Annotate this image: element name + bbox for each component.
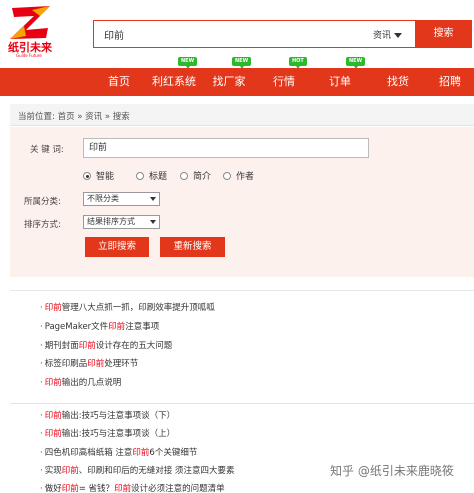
- site-logo[interactable]: 纸引未来 Guide Future: [8, 6, 68, 60]
- result-text: 标签印刷品: [44, 359, 88, 369]
- nav-item-find-factory[interactable]: 找厂家: [206, 68, 252, 96]
- result-text: 实现: [44, 466, 62, 476]
- result-text: 、印刷和印后的无缝对接 须注意四大要素: [78, 466, 235, 476]
- sort-select-value: 结果排序方式: [87, 217, 135, 226]
- nav-item-orders[interactable]: 订单: [320, 68, 360, 96]
- radio-unchecked-icon: [180, 172, 188, 180]
- search-input[interactable]: 印前 资讯: [93, 20, 415, 48]
- keyword-field[interactable]: 印前: [83, 138, 369, 158]
- bullet-icon: ·: [40, 341, 43, 351]
- radio-title[interactable]: 标题: [136, 169, 167, 182]
- search-panel: 关 键 词: 印前 智能 标题 简介 作者 所属分类: 不限分类 排序方式: 结…: [10, 127, 474, 277]
- bullet-icon: ·: [40, 303, 43, 313]
- category-label: 所属分类:: [24, 197, 61, 207]
- hot-badge: HOT: [289, 57, 307, 69]
- bullet-icon: ·: [40, 411, 43, 421]
- bullet-icon: ·: [40, 378, 43, 388]
- radio-label: 作者: [236, 172, 255, 182]
- result-text: 管理八大点抓一抓，印刷效率提升顶呱呱: [61, 303, 215, 313]
- category-select-value: 不限分类: [87, 194, 119, 203]
- nav-item-profit-system[interactable]: 利红系统: [146, 68, 202, 96]
- highlight-text: 印前: [44, 429, 62, 439]
- bullet-icon: ·: [40, 466, 43, 476]
- result-text: 设计存在的五大问题: [95, 341, 173, 351]
- new-badge: NEW: [232, 57, 252, 69]
- search-type-select[interactable]: 资讯: [373, 28, 403, 41]
- nav-item-home[interactable]: 首页: [97, 68, 141, 96]
- result-text: 四色机印高档纸箱 注意: [44, 448, 133, 458]
- logo-z-icon: [10, 6, 50, 39]
- new-badge: NEW: [346, 57, 366, 69]
- radio-unchecked-icon: [223, 172, 231, 180]
- list-item[interactable]: · 标签印刷品印前处理环节: [40, 357, 138, 369]
- highlight-text: 印前: [108, 322, 126, 332]
- result-text: PageMaker文件: [44, 322, 109, 332]
- reset-search-button[interactable]: 重新搜索: [160, 237, 225, 257]
- highlight-text: 印前: [61, 484, 79, 493]
- list-item[interactable]: · 印前管理八大点抓一抓，印刷效率提升顶呱呱: [40, 301, 215, 313]
- radio-label: 标题: [149, 172, 168, 182]
- nav-item-jobs[interactable]: 招聘: [430, 68, 470, 96]
- highlight-text: 印前: [61, 466, 79, 476]
- radio-author[interactable]: 作者: [223, 169, 254, 182]
- list-item[interactable]: · 印前输出:技巧与注意事项谈（下）: [40, 409, 175, 421]
- radio-smart[interactable]: 智能: [83, 169, 114, 182]
- list-item[interactable]: · 实现印前、印刷和印后的无缝对接 须注意四大要素: [40, 464, 234, 476]
- sort-select[interactable]: 结果排序方式: [83, 215, 160, 229]
- new-badge: NEW: [178, 57, 198, 69]
- keyword-label: 关 键 词:: [30, 145, 64, 155]
- highlight-text: 印前: [132, 448, 150, 458]
- highlight-text: 印前: [78, 341, 96, 351]
- bullet-icon: ·: [40, 429, 43, 439]
- result-text: 处理环节: [104, 359, 139, 369]
- radio-unchecked-icon: [136, 172, 144, 180]
- submit-search-button[interactable]: 立即搜索: [85, 237, 149, 257]
- list-item[interactable]: · PageMaker文件印前注意事项: [40, 320, 159, 332]
- chevron-down-icon: [150, 197, 156, 201]
- highlight-text: 印前: [44, 411, 62, 421]
- bullet-icon: ·: [40, 322, 43, 332]
- nav-item-find-goods[interactable]: 找货: [378, 68, 418, 96]
- logo-subtitle: Guide Future: [16, 53, 42, 58]
- breadcrumb: 当前位置: 首页 » 资讯 » 搜索: [10, 104, 474, 126]
- result-text: 6个关键细节: [149, 448, 198, 458]
- list-item[interactable]: · 做好印前= 省钱？印前设计必须注意的问题清单: [40, 482, 225, 493]
- bullet-icon: ·: [40, 359, 43, 369]
- search-type-label: 资讯: [373, 31, 392, 41]
- radio-label: 智能: [96, 172, 115, 182]
- list-item[interactable]: · 期刊封面印前设计存在的五大问题: [40, 339, 172, 351]
- breadcrumb-text: 当前位置: 首页 » 资讯 » 搜索: [18, 112, 130, 122]
- result-text: 期刊封面: [44, 341, 79, 351]
- list-item[interactable]: · 四色机印高档纸箱 注意印前6个关键细节: [40, 446, 197, 458]
- result-text: 做好: [44, 484, 62, 493]
- radio-summary[interactable]: 简介: [180, 169, 211, 182]
- bullet-icon: ·: [40, 484, 43, 493]
- radio-checked-icon: [83, 172, 91, 180]
- radio-label: 简介: [193, 172, 212, 182]
- list-item[interactable]: · 印前输出:技巧与注意事项谈（上）: [40, 427, 175, 439]
- sort-label: 排序方式:: [24, 220, 61, 230]
- divider: [10, 403, 474, 404]
- main-nav: 首页 利红系统 找厂家 行情 订单 找货 招聘: [0, 68, 474, 96]
- result-text: 输出:技巧与注意事项谈（下）: [61, 411, 176, 421]
- watermark: 知乎 @纸引未来鹿晓筱: [330, 464, 454, 478]
- category-select[interactable]: 不限分类: [83, 192, 160, 206]
- result-text: 注意事项: [125, 322, 160, 332]
- result-text: 输出的几点说明: [61, 378, 122, 388]
- result-text: = 省钱？: [78, 484, 115, 493]
- bullet-icon: ·: [40, 448, 43, 458]
- list-item[interactable]: · 印前输出的几点说明: [40, 376, 121, 388]
- chevron-down-icon: [394, 33, 403, 38]
- nav-item-market[interactable]: 行情: [264, 68, 304, 96]
- highlight-text: 印前: [87, 359, 105, 369]
- highlight-text: 印前: [44, 303, 62, 313]
- search-input-value: 印前: [104, 31, 124, 42]
- highlight-text: 印前: [114, 484, 132, 493]
- search-button[interactable]: 搜索: [415, 20, 472, 48]
- highlight-text: 印前: [44, 378, 62, 388]
- result-text: 设计必须注意的问题清单: [131, 484, 225, 493]
- chevron-down-icon: [150, 220, 156, 224]
- result-text: 输出:技巧与注意事项谈（上）: [61, 429, 176, 439]
